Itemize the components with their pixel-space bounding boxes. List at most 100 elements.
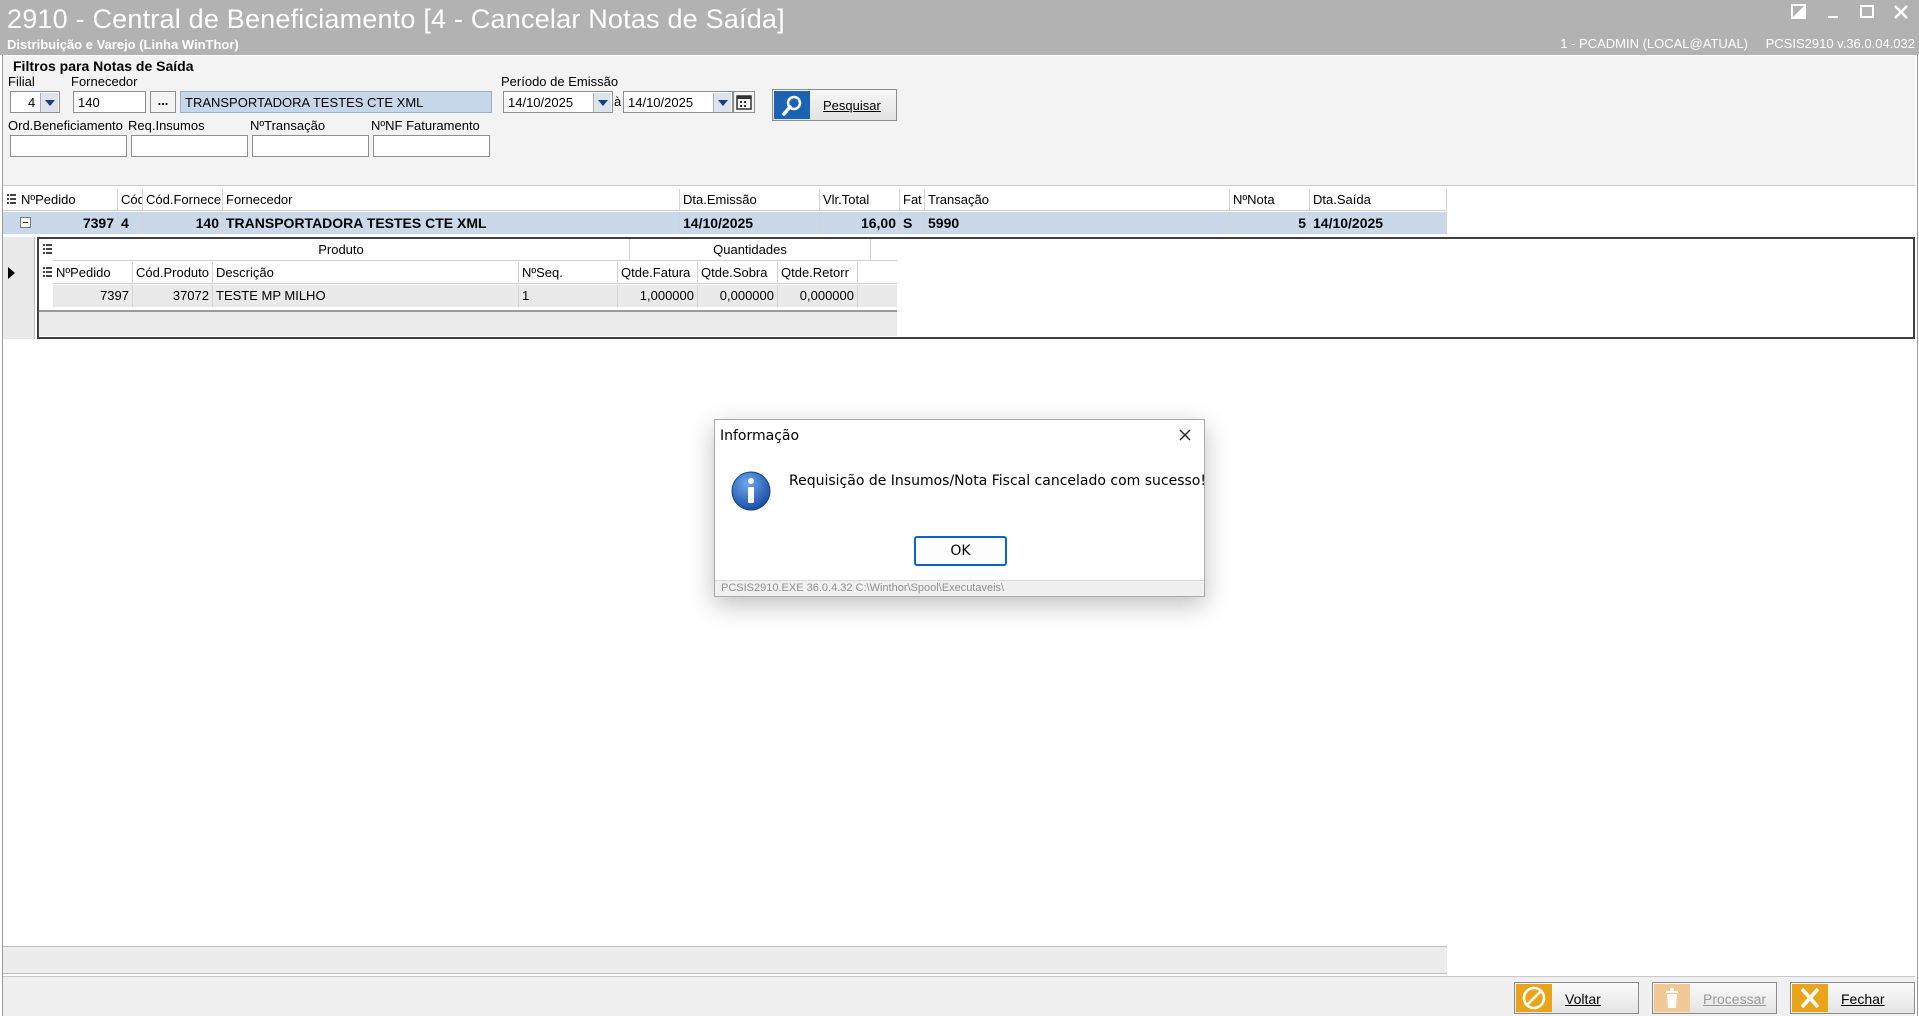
cell-vlr-total: 16,00 — [820, 212, 900, 234]
ord-benef-input[interactable] — [10, 135, 127, 157]
chevron-down-icon[interactable] — [40, 93, 58, 112]
detail-grid: Produto Quantidades NºPedido Cód.Produto… — [37, 237, 1915, 339]
ntransacao-label: NºTransação — [250, 118, 326, 133]
periodo-label: Período de Emissão — [501, 74, 619, 89]
fornecedor-lookup-button[interactable]: ... — [150, 91, 176, 113]
restore-layout-icon[interactable] — [1789, 4, 1809, 24]
detail-indicator-column — [3, 237, 35, 339]
window-subtitle: Distribuição e Varejo (Linha WinThor) — [7, 37, 239, 52]
fornecedor-name-field: TRANSPORTADORA TESTES CTE XML — [180, 91, 492, 113]
collapse-icon[interactable] — [20, 217, 31, 228]
fechar-button[interactable]: Fechar — [1790, 982, 1915, 1014]
maximize-icon[interactable] — [1857, 4, 1877, 24]
processar-label: Processar — [1703, 991, 1767, 1007]
sub-col-descricao[interactable]: Descrição — [213, 262, 519, 284]
ok-button[interactable]: OK — [914, 536, 1007, 566]
cell-dta-saida: 14/10/2025 — [1310, 212, 1447, 234]
filter-panel: Filtros para Notas de Saída Filial 4 For… — [3, 56, 1915, 186]
col-transacao[interactable]: Transação — [925, 189, 1230, 211]
bottom-toolbar: Voltar Processar Fechar — [3, 976, 1915, 1016]
table-row[interactable]: 7397 4 140 TRANSPORTADORA TESTES CTE XML… — [3, 212, 1447, 234]
col-dta-emissao[interactable]: Dta.Emissão — [680, 189, 820, 211]
filial-label: Filial — [8, 74, 35, 89]
grid-footer-strip — [3, 946, 1447, 974]
sub-cell-seq: 1 — [519, 285, 618, 307]
sub-cell-qtde-retorno: 0,000000 — [778, 285, 858, 307]
ord-benef-label: Ord.Beneficiamento — [8, 118, 123, 133]
filial-combo[interactable]: 4 — [10, 91, 60, 113]
date-separator: à — [614, 94, 622, 109]
cell-transacao: 5990 — [925, 212, 1230, 234]
search-icon — [774, 91, 810, 119]
grid-header: NºPedido Cód Cód.Fornece Fornecedor Dta.… — [3, 189, 1447, 211]
window-controls — [1789, 4, 1911, 24]
date-from-input[interactable]: 14/10/2025 — [503, 91, 613, 113]
col-fornecedor[interactable]: Fornecedor — [223, 189, 680, 211]
close-icon[interactable] — [1891, 4, 1911, 24]
sub-col-qtde-sobra[interactable]: Qtde.Sobra — [698, 262, 778, 284]
column-chooser-icon[interactable] — [43, 244, 52, 258]
column-chooser-icon[interactable] — [43, 267, 52, 281]
minimize-icon[interactable] — [1823, 4, 1843, 24]
search-button-label: Pesquisar — [823, 98, 881, 113]
search-button[interactable]: Pesquisar — [772, 89, 897, 121]
detail-table-row[interactable]: 7397 37072 TESTE MP MILHO 1 1,000000 0,0… — [53, 285, 897, 307]
group-produto: Produto — [53, 239, 630, 261]
col-pedido[interactable]: NºPedido — [18, 189, 118, 211]
sub-col-cod-produto[interactable]: Cód.Produto — [133, 262, 213, 284]
trash-icon — [1654, 984, 1690, 1012]
cell-cod-fornec: 140 — [143, 212, 223, 234]
column-chooser-icon[interactable] — [7, 194, 16, 208]
voltar-label: Voltar — [1565, 991, 1601, 1007]
sub-cell-qtde-sobra: 0,000000 — [698, 285, 778, 307]
sub-col-qtde-retorno[interactable]: Qtde.Retorr — [778, 262, 858, 284]
nnf-input[interactable] — [373, 135, 490, 157]
sub-col-pedido[interactable]: NºPedido — [53, 262, 133, 284]
dialog-message: Requisição de Insumos/Nota Fiscal cancel… — [789, 473, 1206, 489]
filter-panel-title: Filtros para Notas de Saída — [13, 58, 194, 74]
col-nota[interactable]: NºNota — [1230, 189, 1310, 211]
cell-dta-emissao: 14/10/2025 — [680, 212, 820, 234]
cell-fornecedor: TRANSPORTADORA TESTES CTE XML — [223, 212, 680, 234]
date-to-input[interactable]: 14/10/2025 — [623, 91, 733, 113]
sub-cell-descricao: TESTE MP MILHO — [213, 285, 519, 307]
cell-fat: S — [900, 212, 925, 234]
sub-col-seq[interactable]: NºSeq. — [519, 262, 618, 284]
voltar-button[interactable]: Voltar — [1514, 982, 1639, 1014]
date-from-value: 14/10/2025 — [508, 95, 574, 110]
req-insumos-input[interactable] — [131, 135, 248, 157]
title-bar: 2910 - Central de Beneficiamento [4 - Ca… — [0, 0, 1919, 55]
notes-grid: NºPedido Cód Cód.Fornece Fornecedor Dta.… — [3, 189, 1915, 339]
calendar-icon[interactable] — [733, 91, 755, 113]
col-vlr-total[interactable]: Vlr.Total — [820, 189, 900, 211]
col-dta-saida[interactable]: Dta.Saída — [1310, 189, 1447, 211]
fechar-label: Fechar — [1841, 991, 1885, 1007]
close-icon — [1792, 984, 1828, 1012]
dialog-footer: PCSIS2910.EXE 36.0.4.32 C:\Winthor\Spool… — [715, 580, 1204, 596]
info-dialog: Informação Requisição de Insumos/Nota Fi… — [714, 419, 1206, 597]
col-fat[interactable]: Fat — [900, 189, 925, 211]
chevron-down-icon[interactable] — [713, 93, 731, 112]
cell-nota: 5 — [1230, 212, 1310, 234]
app-version: PCSIS2910 v.36.0.04.032 — [1765, 36, 1915, 51]
col-cod[interactable]: Cód — [118, 189, 143, 211]
fornecedor-label: Fornecedor — [71, 74, 138, 89]
processar-button[interactable]: Processar — [1652, 982, 1777, 1014]
cell-cod: 4 — [118, 212, 143, 234]
req-insumos-label: Req.Insumos — [128, 118, 205, 133]
ntransacao-input[interactable] — [252, 135, 369, 157]
col-cod-fornec[interactable]: Cód.Fornece — [143, 189, 223, 211]
detail-group-header: Produto Quantidades — [53, 239, 897, 261]
sub-col-qtde-fatura[interactable]: Qtde.Fatura — [618, 262, 698, 284]
fornecedor-code-input[interactable]: 140 — [73, 91, 146, 113]
close-icon[interactable] — [1174, 424, 1196, 446]
info-icon — [730, 470, 772, 512]
cell-pedido: 7397 — [35, 212, 118, 234]
sub-cell-cod-produto: 37072 — [133, 285, 213, 307]
sub-cell-pedido: 7397 — [53, 285, 133, 307]
chevron-down-icon[interactable] — [593, 93, 611, 112]
window-title: 2910 - Central de Beneficiamento [4 - Ca… — [7, 4, 785, 34]
nnf-label: NºNF Faturamento — [371, 118, 480, 133]
sub-cell-qtde-fatura: 1,000000 — [618, 285, 698, 307]
current-row-arrow-icon — [8, 267, 15, 279]
